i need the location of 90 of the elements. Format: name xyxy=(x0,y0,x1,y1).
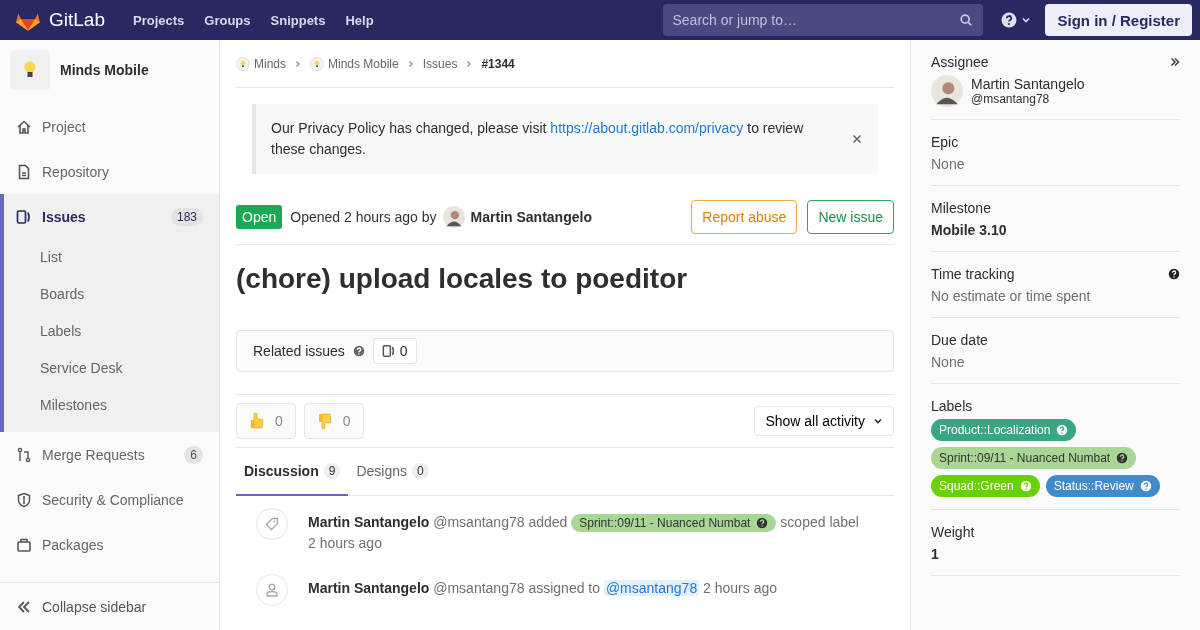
nav-link[interactable]: Projects xyxy=(123,12,195,28)
related-issues-heading: Related issues xyxy=(253,343,345,359)
sidebar-item[interactable]: Packages xyxy=(0,522,219,567)
issues-icon xyxy=(16,208,32,225)
section-title: Assignee xyxy=(931,54,989,70)
tab[interactable]: Designs 0 xyxy=(348,448,437,496)
nav-link[interactable]: Help xyxy=(335,12,384,28)
thumbs-down-icon xyxy=(316,412,333,430)
help-icon[interactable] xyxy=(1001,12,1018,28)
label-tag[interactable]: Sprint::09/11 - Nuanced Numbat xyxy=(571,514,777,532)
sidebar-item[interactable]: Merge Requests 6 xyxy=(0,432,219,477)
lightbulb-icon xyxy=(10,50,50,90)
chevron-icon xyxy=(406,59,415,68)
sidebar-subitem[interactable]: Labels xyxy=(4,313,219,350)
section-title: Labels xyxy=(931,398,973,414)
merge-request-icon xyxy=(16,446,32,463)
section-value: Mobile 3.10 xyxy=(931,222,1007,238)
section-title: Epic xyxy=(931,134,959,150)
related-count-badge: 0 xyxy=(372,338,417,364)
sidebar-item[interactable]: Project xyxy=(0,104,219,149)
help-icon[interactable] xyxy=(1116,452,1129,464)
status-badge: Open xyxy=(236,205,283,229)
assignee-username: @msantang78 xyxy=(971,92,1051,106)
section-value: 1 xyxy=(931,546,939,562)
section-value: None xyxy=(931,156,965,172)
help-icon[interactable] xyxy=(756,517,769,529)
caret-icon[interactable] xyxy=(1021,15,1032,25)
count-badge: 6 xyxy=(184,445,203,464)
gitlab-wordmark[interactable]: GitLab xyxy=(49,9,105,31)
section-title: Due date xyxy=(931,332,988,348)
alert-message: Our Privacy Policy has changed, please visit https://about.gitlab.com/privacy to review these changes. xyxy=(271,119,805,159)
privacy-link[interactable]: https://about.gitlab.com/privacy xyxy=(550,120,744,136)
sidebar-item[interactable]: Repository xyxy=(0,149,219,194)
search-icon xyxy=(959,13,974,27)
expand-icon[interactable] xyxy=(1170,57,1180,67)
thumbs-down-button[interactable]: 0 xyxy=(303,403,364,439)
assignee-name[interactable]: Martin Santangelo xyxy=(971,76,1085,92)
issue-title: (chore) upload locales to poeditor xyxy=(236,262,689,296)
search-field[interactable]: Search or jump to… xyxy=(663,4,984,36)
user-mention-link[interactable]: @msantang78 xyxy=(603,580,700,596)
person-icon xyxy=(256,574,288,606)
author-link[interactable]: Martin Santangelo xyxy=(308,514,430,530)
count-badge: 183 xyxy=(170,207,203,226)
home-icon xyxy=(16,118,32,135)
collapse-sidebar-button[interactable]: Collapse sidebar xyxy=(0,582,219,630)
section-title: Time tracking xyxy=(931,266,1015,282)
section-title: Weight xyxy=(931,524,975,540)
opened-text: Opened 2 hours ago by xyxy=(290,209,437,225)
timestamp: 2 hours ago xyxy=(703,580,778,596)
section-value: None xyxy=(931,354,965,370)
sidebar-subitem[interactable]: Milestones xyxy=(4,387,219,424)
breadcrumb-link[interactable]: #1344 xyxy=(481,56,515,71)
sidebar-subitem[interactable]: Boards xyxy=(4,276,219,313)
help-icon[interactable] xyxy=(1168,268,1180,280)
tag-icon xyxy=(256,508,288,540)
sidebar-subitem[interactable]: List xyxy=(4,239,219,276)
breadcrumb-link[interactable]: Minds xyxy=(254,56,286,71)
section-title: Milestone xyxy=(931,200,991,216)
thumbs-up-button[interactable]: 0 xyxy=(236,403,296,439)
activity-filter-dropdown[interactable]: Show all activity xyxy=(754,406,894,436)
section-value: No estimate or time spent xyxy=(931,288,1091,304)
avatar xyxy=(442,206,465,228)
breadcrumb-link[interactable]: Issues xyxy=(422,56,458,71)
username-text: @msantang78 added xyxy=(433,514,568,530)
username-text: @msantang78 assigned to xyxy=(433,580,600,596)
breadcrumb-link[interactable]: Minds Mobile xyxy=(328,56,399,71)
sidebar-item[interactable]: Issues 183 xyxy=(4,194,219,239)
sign-in-button[interactable]: Sign in / Register xyxy=(1045,4,1192,36)
document-icon xyxy=(16,163,32,180)
close-icon[interactable] xyxy=(852,134,862,144)
tab[interactable]: Discussion 9 xyxy=(236,448,349,496)
avatar xyxy=(931,75,963,107)
chevron-icon xyxy=(294,59,302,68)
double-chevron-icon xyxy=(16,598,32,615)
thumbs-up-icon xyxy=(249,412,265,430)
nav-link[interactable]: Groups xyxy=(194,12,261,28)
package-icon xyxy=(16,536,32,553)
timestamp: 2 hours ago xyxy=(308,534,383,553)
author-link[interactable]: Martin Santangelo xyxy=(470,209,592,225)
author-link[interactable]: Martin Santangelo xyxy=(308,580,430,596)
caret-icon xyxy=(873,416,883,426)
label-tag[interactable]: Status::Review xyxy=(1045,475,1160,497)
sidebar-item[interactable]: Security & Compliance xyxy=(0,477,219,522)
label-tag[interactable]: Sprint::09/11 - Nuanced Numbat xyxy=(931,447,1137,469)
new-issue-button[interactable]: New issue xyxy=(807,200,894,234)
project-name[interactable]: Minds Mobile xyxy=(60,62,149,78)
sidebar-subitem[interactable]: Service Desk xyxy=(4,350,219,387)
shield-icon xyxy=(16,491,32,508)
nav-link[interactable]: Snippets xyxy=(260,12,336,28)
scoped-label-text: scoped label xyxy=(780,514,859,530)
